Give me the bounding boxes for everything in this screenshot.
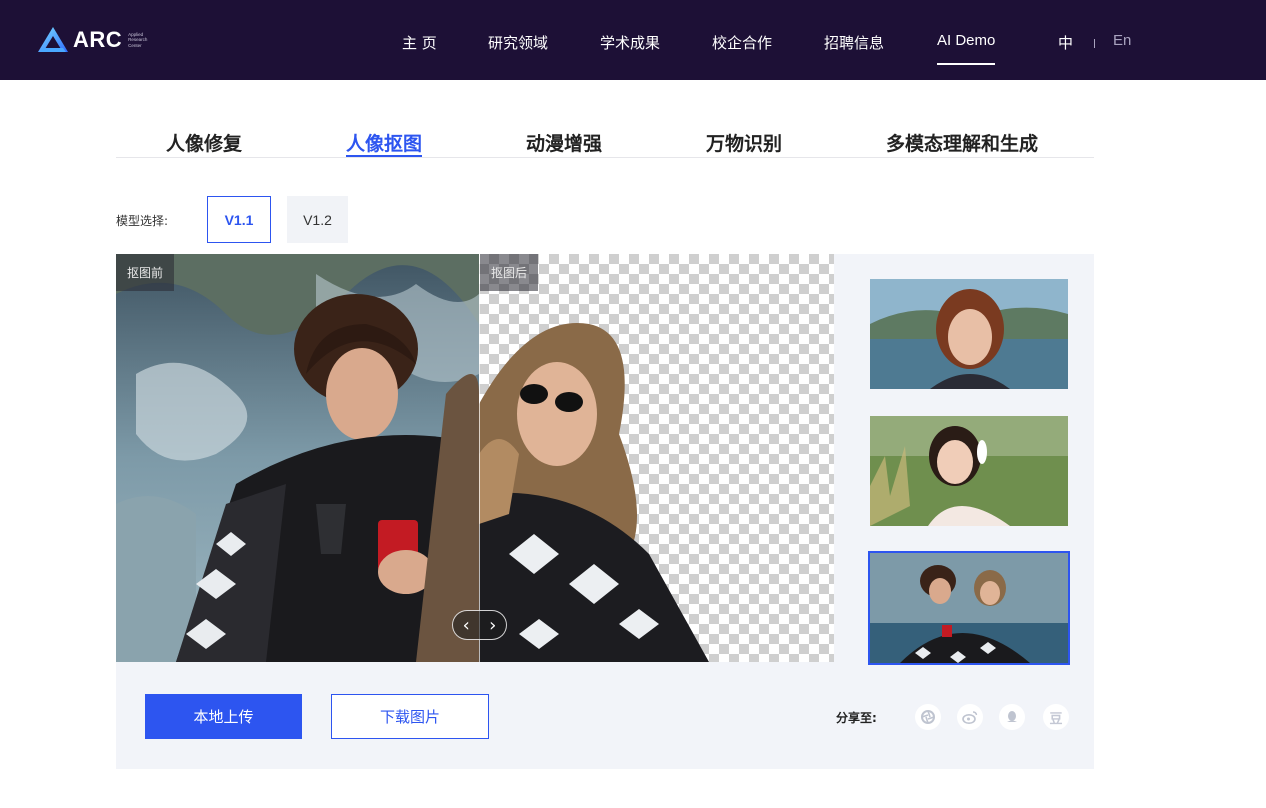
after-label: 抠图后 <box>480 254 539 291</box>
penguin-icon <box>1007 711 1017 722</box>
before-after-comparison[interactable]: ‹ › 抠图前 抠图后 <box>116 254 834 662</box>
portrait-redhead-lake-thumbnail <box>870 279 1068 389</box>
language-separator <box>1094 39 1095 48</box>
weibo-icon[interactable] <box>957 704 983 730</box>
language-chinese[interactable]: 中 <box>1058 32 1073 53</box>
aperture-icon <box>921 710 935 724</box>
matted-photo <box>479 323 709 662</box>
share-label: 分享至: <box>836 711 877 725</box>
comparison-slider-handle[interactable]: ‹ › <box>452 610 507 640</box>
tab-multimodal[interactable]: 多模态理解和生成 <box>886 129 1038 156</box>
weibo-logo-icon <box>962 711 978 724</box>
douban-glyph: 豆 <box>1049 711 1063 727</box>
nav-industry-cooperation[interactable]: 校企合作 <box>712 32 772 53</box>
before-label: 抠图前 <box>116 254 175 291</box>
model-version-v1-1-button[interactable]: V1.1 <box>207 196 271 243</box>
language-english[interactable]: En <box>1113 32 1131 49</box>
logo-wordmark: ARC <box>73 27 123 52</box>
sample-thumbnail-1[interactable] <box>870 279 1068 389</box>
wechat-moments-icon[interactable] <box>915 704 941 730</box>
nav-home[interactable]: 主 页 <box>402 32 437 53</box>
qq-icon[interactable] <box>999 704 1025 730</box>
chevron-right-icon: › <box>489 614 497 636</box>
top-navigation-bar: ARC Applied Research Center 主 页 研究领域 学术成… <box>0 0 1266 80</box>
arc-logo[interactable]: ARC Applied Research Center <box>36 24 147 56</box>
sample-thumbnail-2[interactable] <box>870 416 1068 526</box>
arc-logo-icon <box>38 27 68 52</box>
model-select-label: 模型选择: <box>116 214 169 228</box>
download-image-button[interactable]: 下载图片 <box>331 694 489 739</box>
girl-headphones-grass-thumbnail <box>870 416 1068 526</box>
tab-portrait-matting[interactable]: 人像抠图 <box>346 129 423 157</box>
two-women-blanket-thumbnail <box>870 553 1068 663</box>
nav-publications[interactable]: 学术成果 <box>600 32 660 53</box>
tabs-divider <box>116 157 1094 158</box>
nav-research-areas[interactable]: 研究领域 <box>488 32 548 53</box>
model-version-v1-2-button[interactable]: V1.2 <box>287 196 348 243</box>
nav-recruitment[interactable]: 招聘信息 <box>824 32 884 53</box>
tab-portrait-restoration[interactable]: 人像修复 <box>166 129 242 156</box>
tab-object-recognition[interactable]: 万物识别 <box>706 129 782 156</box>
original-photo <box>116 254 479 662</box>
logo-subtitle: Applied Research Center <box>128 31 148 48</box>
chevron-left-icon: ‹ <box>462 614 470 636</box>
local-upload-button[interactable]: 本地上传 <box>145 694 302 739</box>
tab-anime-enhancement[interactable]: 动漫增强 <box>526 129 602 156</box>
sample-thumbnail-3-selected[interactable] <box>868 551 1070 665</box>
nav-ai-demo[interactable]: AI Demo <box>937 32 996 65</box>
comparison-divider <box>479 254 480 662</box>
douban-icon[interactable]: 豆 <box>1043 704 1069 730</box>
